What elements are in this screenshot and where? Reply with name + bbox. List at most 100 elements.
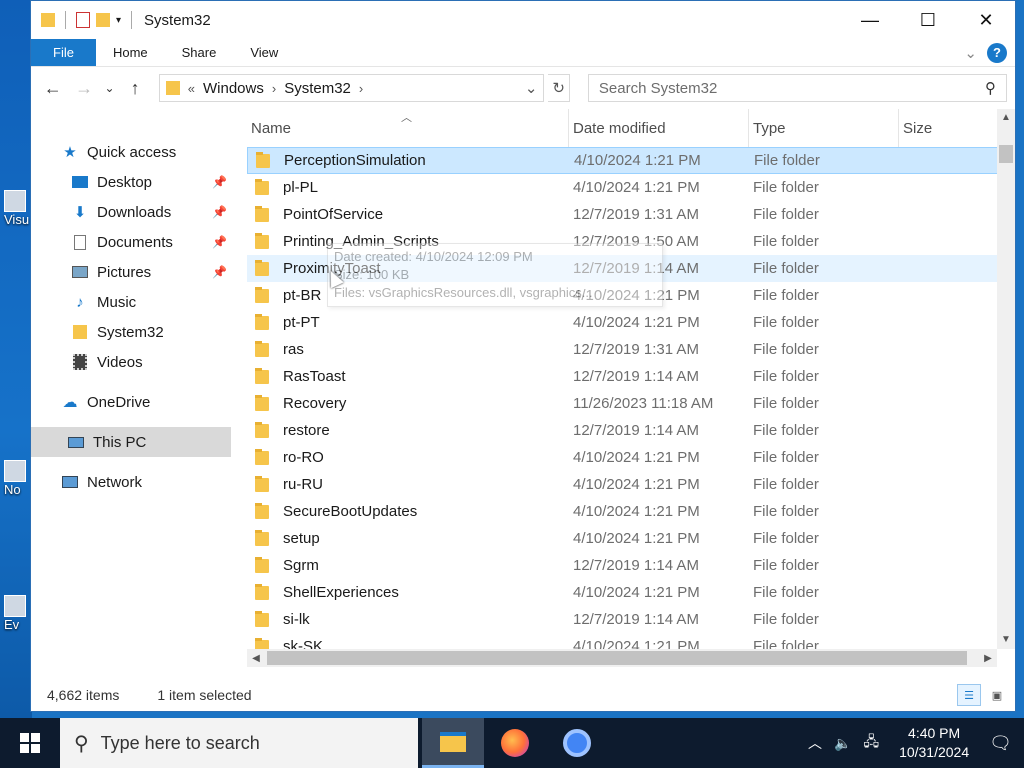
taskbar-search[interactable]: ⚲ Type here to search — [60, 718, 418, 768]
scroll-down-button[interactable]: ▼ — [997, 631, 1015, 649]
table-row[interactable]: si-lk 12/7/2019 1:14 AM File folder — [247, 606, 1015, 633]
folder-icon — [255, 205, 269, 222]
desktop-shortcut-label: No — [4, 482, 21, 497]
start-button[interactable] — [0, 718, 60, 768]
tab-share[interactable]: Share — [165, 39, 234, 66]
nav-desktop[interactable]: Desktop 📌 — [31, 167, 231, 197]
file-name-cell: pt-PT — [247, 313, 569, 331]
file-name: SecureBootUpdates — [283, 503, 418, 520]
tab-view[interactable]: View — [233, 39, 295, 66]
scroll-thumb[interactable] — [999, 145, 1013, 163]
quick-access-toolbar: ▾ — [31, 1, 136, 39]
table-row[interactable]: pt-PT 4/10/2024 1:21 PM File folder — [247, 309, 1015, 336]
details-view-button[interactable]: ☰ — [957, 684, 981, 706]
chevron-right-icon[interactable]: › — [272, 81, 276, 96]
column-size[interactable]: Size — [899, 109, 979, 147]
search-placeholder: Search System32 — [598, 79, 718, 97]
column-type[interactable]: Type — [749, 109, 899, 147]
tab-file[interactable]: File — [31, 39, 96, 66]
table-row[interactable]: Recovery 11/26/2023 11:18 AM File folder — [247, 390, 1015, 417]
table-row[interactable]: setup 4/10/2024 1:21 PM File folder — [247, 525, 1015, 552]
nav-label: Network — [87, 473, 143, 491]
table-row[interactable]: RasToast 12/7/2019 1:14 AM File folder — [247, 363, 1015, 390]
pin-icon: 📌 — [212, 205, 227, 219]
refresh-button[interactable]: ↻ — [548, 74, 570, 102]
show-hidden-icons-icon[interactable]: ︿ — [808, 733, 822, 753]
explorer-window: ▾ System32 — ☐ ✕ File Home Share View ⌄ … — [30, 0, 1016, 712]
help-button[interactable]: ? — [987, 42, 1007, 63]
close-button[interactable]: ✕ — [957, 1, 1015, 39]
breadcrumb-windows[interactable]: Windows — [203, 80, 264, 97]
table-row[interactable]: PointOfService 12/7/2019 1:31 AM File fold… — [247, 201, 1015, 228]
minimize-button[interactable]: — — [841, 1, 899, 39]
forward-button[interactable]: → — [70, 74, 97, 102]
up-button[interactable]: ↑ — [121, 74, 148, 102]
chevron-down-icon[interactable]: ⌄ — [964, 44, 977, 62]
file-name-cell: setup — [247, 529, 569, 547]
nav-videos[interactable]: Videos — [31, 347, 231, 377]
table-row[interactable]: restore 12/7/2019 1:14 AM File folder — [247, 417, 1015, 444]
properties-icon[interactable] — [76, 12, 90, 28]
taskbar-file-explorer[interactable] — [422, 718, 484, 768]
desktop-shortcut[interactable]: No — [4, 460, 28, 497]
volume-icon[interactable]: 🔈 — [834, 735, 851, 752]
folder-icon — [255, 610, 269, 627]
large-icons-view-button[interactable]: ▣ — [985, 684, 1009, 706]
star-icon: ★ — [63, 144, 77, 161]
type-cell: File folder — [753, 368, 819, 385]
table-row[interactable]: ro-RO 4/10/2024 1:21 PM File folder — [247, 444, 1015, 471]
nav-pictures[interactable]: Pictures 📌 — [31, 257, 231, 287]
back-button[interactable]: ← — [39, 74, 66, 102]
table-row[interactable]: PerceptionSimulation 4/10/2024 1:21 PM Fil… — [247, 147, 1015, 174]
desktop-shortcut[interactable]: Visu — [4, 190, 29, 227]
horizontal-scrollbar[interactable]: ◀ ▶ — [247, 649, 997, 667]
chevron-right-icon[interactable]: › — [359, 81, 363, 96]
notification-icon[interactable]: 🗨 — [989, 733, 1012, 754]
search-box[interactable]: Search System32 ⚲ — [587, 74, 1007, 102]
desktop-shortcut[interactable]: Ev — [4, 595, 28, 632]
overflow-breadcrumb[interactable]: « — [188, 81, 195, 96]
address-dropdown-icon[interactable]: ⌄ — [525, 79, 538, 97]
file-name-cell: PerceptionSimulation — [248, 151, 570, 169]
folder-icon — [255, 475, 269, 492]
taskbar-chrome[interactable] — [546, 718, 608, 768]
customize-qat-icon[interactable]: ▾ — [116, 15, 121, 26]
nav-this-pc[interactable]: This PC — [31, 427, 231, 457]
vertical-scrollbar[interactable]: ▲ ▼ — [997, 109, 1015, 649]
type-cell: File folder — [753, 422, 819, 439]
scroll-left-button[interactable]: ◀ — [247, 653, 265, 664]
table-row[interactable]: pl-PL 4/10/2024 1:21 PM File folder — [247, 174, 1015, 201]
title-bar[interactable]: ▾ System32 — ☐ ✕ — [31, 1, 1015, 39]
scroll-up-button[interactable]: ▲ — [997, 109, 1015, 127]
ribbon-right: ⌄ ? — [964, 39, 1015, 66]
table-row[interactable]: SecureBootUpdates 4/10/2024 1:21 PM File f… — [247, 498, 1015, 525]
column-date-modified[interactable]: Date modified — [569, 109, 749, 147]
folder-icon — [255, 583, 269, 600]
table-row[interactable]: Sgrm 12/7/2019 1:14 AM File folder — [247, 552, 1015, 579]
tab-home[interactable]: Home — [96, 39, 165, 66]
network-icon[interactable]: 🖧 — [863, 731, 879, 755]
nav-downloads[interactable]: ⬇ Downloads 📌 — [31, 197, 231, 227]
breadcrumb-system32[interactable]: System32 — [284, 80, 351, 97]
nav-network[interactable]: Network — [31, 467, 231, 497]
type-cell: File folder — [753, 476, 819, 493]
nav-onedrive[interactable]: ☁ OneDrive — [31, 387, 231, 417]
table-row[interactable]: ru-RU 4/10/2024 1:21 PM File folder — [247, 471, 1015, 498]
new-folder-icon[interactable] — [96, 13, 110, 27]
clock[interactable]: 4:40 PM 10/31/2024 — [891, 724, 977, 762]
folder-icon — [255, 556, 269, 573]
nav-label: Music — [97, 293, 137, 311]
address-bar[interactable]: « Windows › System32 › ⌄ — [158, 74, 545, 102]
maximize-button[interactable]: ☐ — [899, 1, 957, 39]
recent-locations-button[interactable]: ⌄ — [102, 74, 118, 102]
nav-music[interactable]: ♪ Music — [31, 287, 231, 317]
table-row[interactable]: ras 12/7/2019 1:31 AM File folder — [247, 336, 1015, 363]
scroll-thumb[interactable] — [267, 651, 967, 665]
nav-documents[interactable]: Documents 📌 — [31, 227, 231, 257]
table-row[interactable]: ShellExperiences 4/10/2024 1:21 PM File fo… — [247, 579, 1015, 606]
nav-quick-access[interactable]: ★ Quick access — [31, 137, 231, 167]
nav-system32[interactable]: System32 — [31, 317, 231, 347]
scroll-right-button[interactable]: ▶ — [979, 653, 997, 664]
taskbar-firefox[interactable] — [484, 718, 546, 768]
date-modified-cell: 4/10/2024 1:21 PM — [573, 530, 700, 547]
